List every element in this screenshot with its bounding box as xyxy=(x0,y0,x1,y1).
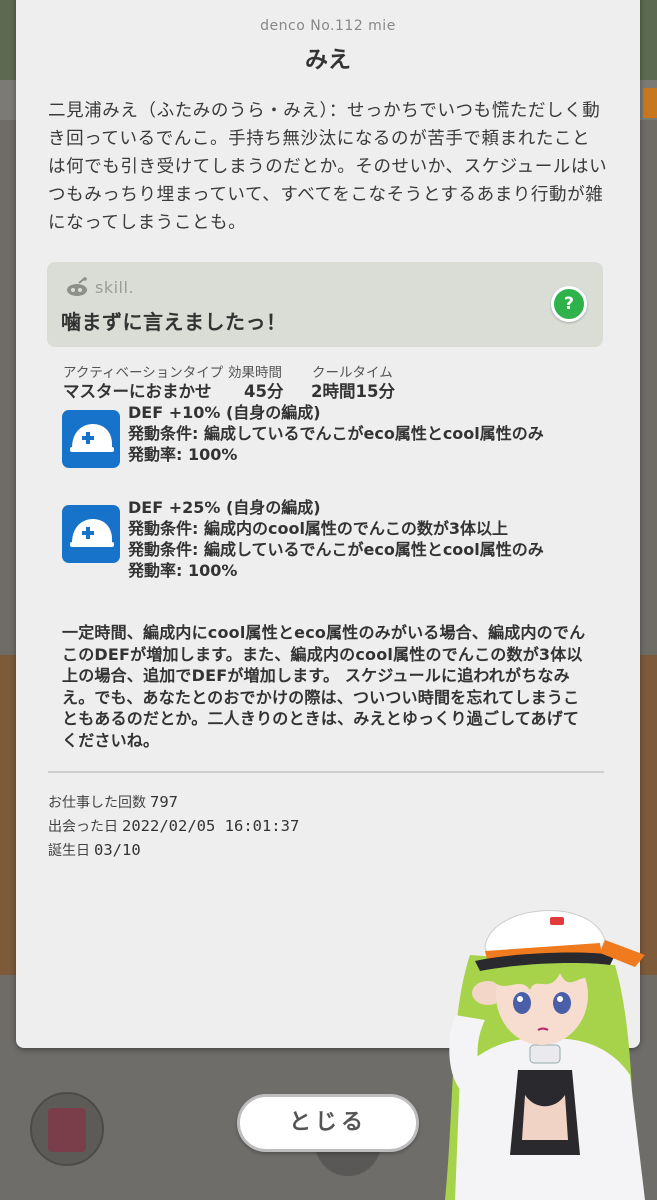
denco-description: 二見浦みえ（ふたみのうら・みえ）：せっかちでいつも慌ただしく動き回っているでんこ… xyxy=(48,101,608,233)
effect-line: 発動条件: 編成しているでんこがeco属性とcool属性のみ xyxy=(128,540,544,559)
skill-summary: 一定時間、編成内にcool属性とeco属性のみがいる場合、編成内のでんこのDEF… xyxy=(62,623,586,750)
skill-label: skill. xyxy=(95,278,135,297)
skill-panel: skill. 噛まずに言えましたっ！ ? xyxy=(47,262,603,347)
effect-line: DEF +10% (自身の編成) xyxy=(128,403,321,422)
divider xyxy=(48,771,604,773)
effect-line: 発動条件: 編成しているでんこがeco属性とcool属性のみ xyxy=(128,424,544,443)
denco-detail-modal: denco No.112 mie みえ 二見浦みえ（ふたみのうら・みえ）：せっか… xyxy=(16,0,640,1048)
close-button[interactable]: とじる xyxy=(237,1094,419,1152)
met-date-value: 2022/02/05 16:01:37 xyxy=(122,817,300,835)
birthday-row: 誕生日 03/10 xyxy=(48,840,141,860)
met-date-row: 出会った日 2022/02/05 16:01:37 xyxy=(48,816,299,836)
birthday-value: 03/10 xyxy=(94,841,141,859)
birthday-label: 誕生日 xyxy=(48,843,90,859)
skill-name: 噛まずに言えましたっ！ xyxy=(61,310,287,334)
book-icon xyxy=(48,1108,86,1152)
effect-line: 発動率: 100% xyxy=(128,445,238,464)
effect-line: 発動条件: 編成内のcool属性のでんこの数が3体以上 xyxy=(128,519,509,538)
effect-1-text: DEF +10% (自身の編成) 発動条件: 編成しているでんこがeco属性とc… xyxy=(128,402,608,465)
cooldown-value: 2時間15分 xyxy=(311,382,395,401)
skill-help-button[interactable]: ? xyxy=(551,286,587,322)
effect-line: DEF +25% (自身の編成) xyxy=(128,498,321,517)
skill-icon xyxy=(67,277,87,296)
background-orange-tag xyxy=(643,88,657,118)
work-count-label: お仕事した回数 xyxy=(48,795,146,811)
denco-name-title: みえ xyxy=(305,47,351,73)
activation-type-value: マスターにおまかせ xyxy=(63,382,212,401)
work-count-row: お仕事した回数 797 xyxy=(48,792,178,812)
denco-number-subtitle: denco No.112 mie xyxy=(260,18,396,34)
met-date-label: 出会った日 xyxy=(48,819,118,835)
effect-line: 発動率: 100% xyxy=(128,561,238,580)
character-illustration xyxy=(445,910,645,1200)
helmet-plus-icon xyxy=(62,505,120,563)
duration-value: 45分 xyxy=(244,382,284,401)
effect-2-text: DEF +25% (自身の編成) 発動条件: 編成内のcool属性のでんこの数が… xyxy=(128,497,608,581)
helmet-plus-icon xyxy=(62,410,120,468)
work-count-value: 797 xyxy=(150,793,178,811)
